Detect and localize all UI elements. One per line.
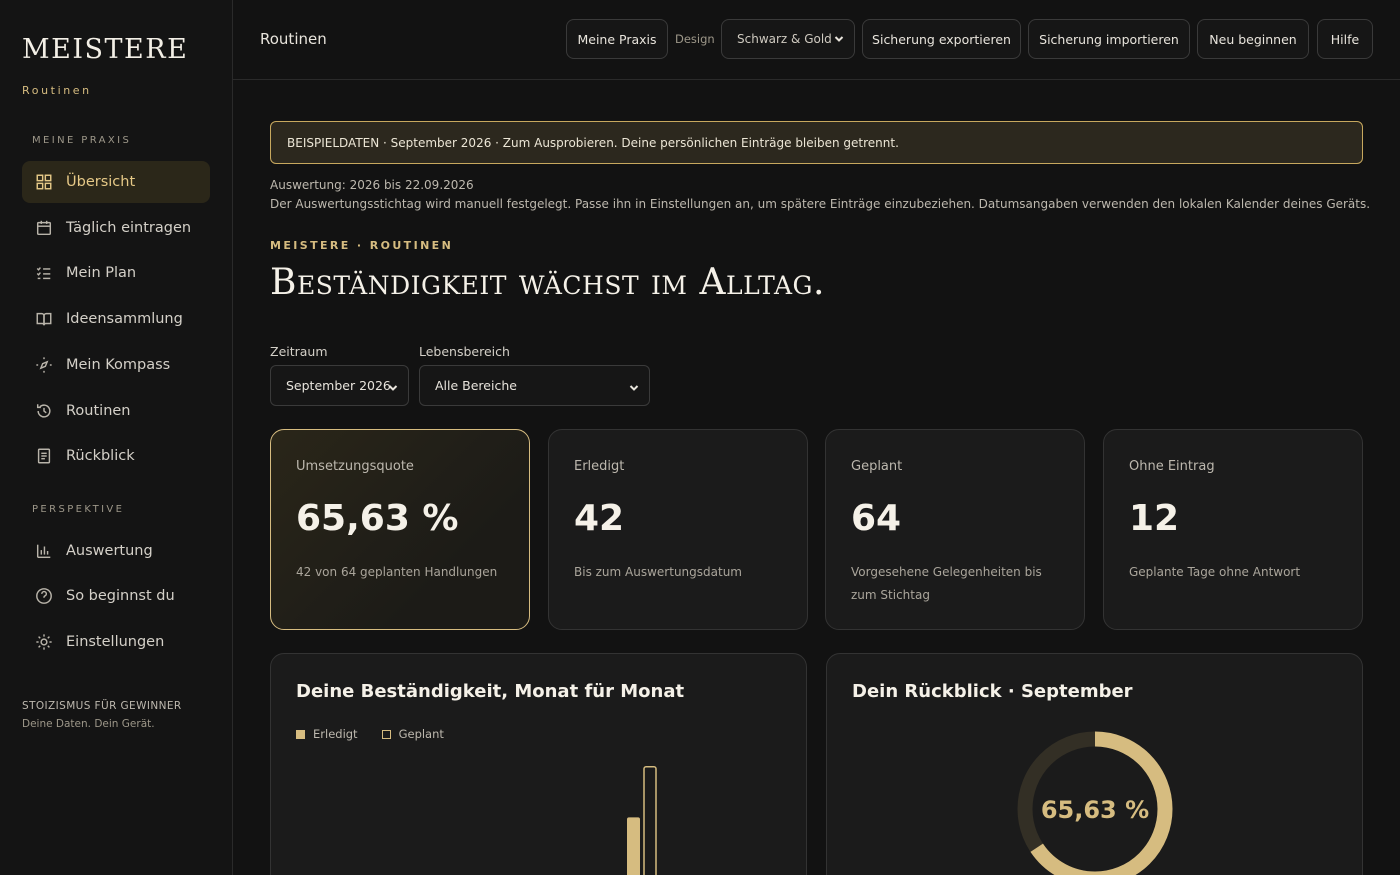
area-label: Lebensbereich [419,344,510,359]
book-icon [34,309,54,329]
grid-icon [34,172,54,192]
calendar-icon [34,218,54,238]
page-title: Routinen [260,30,327,48]
donut-label: 65,63 % [1041,796,1149,824]
chevron-down-icon [834,33,844,43]
sidebar-item-einstellungen[interactable]: Einstellungen [22,621,210,663]
compass-icon [34,355,54,375]
chevron-down-icon [388,381,398,391]
area-select-value: Alle Bereiche [435,378,517,393]
sidebar-item-label: Rückblick [66,448,135,464]
sidebar-item-label: So beginnst du [66,588,175,604]
sidebar-item-label: Auswertung [66,543,153,559]
stat-label: Ohne Eintrag [1129,459,1215,474]
section-label-praxis: MEINE PRAXIS [32,135,132,146]
sidebar-footer-tagline: STOIZISMUS FÜR GEWINNER [22,700,182,712]
sidebar-item-label: Ideensammlung [66,311,183,327]
top-bar: Routinen Meine Praxis Design Schwarz & G… [233,0,1400,80]
sidebar-footer-privacy: Deine Daten. Dein Gerät. [22,718,155,730]
stat-note: Vorgesehene Gelegenheiten bis zum Sticht… [851,565,1042,602]
stat-card-geplant: Geplant 64 Vorgesehene Gelegenheiten bis… [825,429,1085,630]
stat-note: Geplante Tage ohne Antwort [1129,565,1301,579]
bar-erledigt [627,817,640,875]
design-label: Design [675,32,715,46]
bar-chart [627,766,657,875]
import-backup-button[interactable]: Sicherung importieren [1028,19,1190,59]
eyebrow-label: MEISTERE · ROUTINEN [270,239,454,252]
restart-button[interactable]: Neu beginnen [1197,19,1309,59]
section-label-perspektive: PERSPEKTIVE [32,504,125,515]
stat-card-ohne-eintrag: Ohne Eintrag 12 Geplante Tage ohne Antwo… [1103,429,1363,630]
meine-praxis-button[interactable]: Meine Praxis [566,19,668,59]
period-label: Zeitraum [270,344,328,359]
stat-value: 65,63 % [296,498,459,539]
help-button[interactable]: Hilfe [1317,19,1373,59]
help-icon [34,586,54,606]
bar-geplant [643,766,657,875]
stat-note: Bis zum Auswertungsdatum [574,565,742,579]
headline: Beständigkeit wächst im Alltag. [270,262,825,303]
brand-subtitle: Routinen [22,84,92,97]
sidebar-item-plan[interactable]: Mein Plan [22,252,210,294]
sidebar-item-label: Mein Plan [66,265,137,281]
list-icon [34,263,54,283]
sidebar-item-label: Einstellungen [66,634,165,650]
sidebar-item-taeglich[interactable]: Täglich eintragen [22,207,210,249]
history-icon [34,401,54,421]
stat-label: Erledigt [574,459,625,474]
evaluation-range: Auswertung: 2026 bis 22.09.2026 [270,178,474,192]
export-backup-button[interactable]: Sicherung exportieren [862,19,1021,59]
stat-value: 64 [851,498,902,539]
design-select-value: Schwarz & Gold [737,32,832,46]
sidebar: MEISTERE Routinen MEINE PRAXIS Übersicht… [0,0,233,875]
sidebar-item-label: Täglich eintragen [66,220,192,236]
sidebar-item-label: Routinen [66,403,131,419]
stat-value: 42 [574,498,625,539]
bar-chart-icon [34,541,54,561]
sidebar-item-routinen[interactable]: Routinen [22,390,210,432]
review-panel: Dein Rückblick · September 65,63 % [826,653,1363,875]
brand-title: MEISTERE [22,34,189,65]
stat-label: Geplant [851,459,903,474]
stat-note: 42 von 64 geplanten Handlungen [296,565,498,579]
stat-label: Umsetzungsquote [296,459,414,474]
sidebar-item-rueckblick[interactable]: Rückblick [22,435,210,477]
consistency-chart-panel: Deine Beständigkeit, Monat für Monat Erl… [270,653,807,875]
evaluation-note: Der Auswertungsstichtag wird manuell fes… [270,197,1371,211]
period-select[interactable]: September 2026 [270,365,409,406]
sidebar-item-uebersicht[interactable]: Übersicht [22,161,210,203]
stat-card-erledigt: Erledigt 42 Bis zum Auswertungsdatum [548,429,808,630]
stat-card-umsetzungsquote: Umsetzungsquote 65,63 % 42 von 64 geplan… [270,429,530,630]
sidebar-item-kompass[interactable]: Mein Kompass [22,344,210,386]
sidebar-item-label: Mein Kompass [66,357,171,373]
stat-value: 12 [1129,498,1180,539]
settings-icon [34,632,54,652]
design-select[interactable]: Schwarz & Gold [721,19,855,59]
period-select-value: September 2026 [286,378,391,393]
sidebar-item-auswertung[interactable]: Auswertung [22,530,210,572]
sidebar-item-label: Übersicht [66,174,136,190]
sample-data-banner: BEISPIELDATEN · September 2026 · Zum Aus… [270,121,1363,164]
document-icon [34,446,54,466]
headline-text: Beständigkeit wächst im Alltag. [270,262,825,303]
area-select[interactable]: Alle Bereiche [419,365,650,406]
sidebar-item-so-beginnst-du[interactable]: So beginnst du [22,575,210,617]
donut-chart: 65,63 % [1017,731,1173,875]
chevron-down-icon [629,381,639,391]
sidebar-item-ideensammlung[interactable]: Ideensammlung [22,298,210,340]
